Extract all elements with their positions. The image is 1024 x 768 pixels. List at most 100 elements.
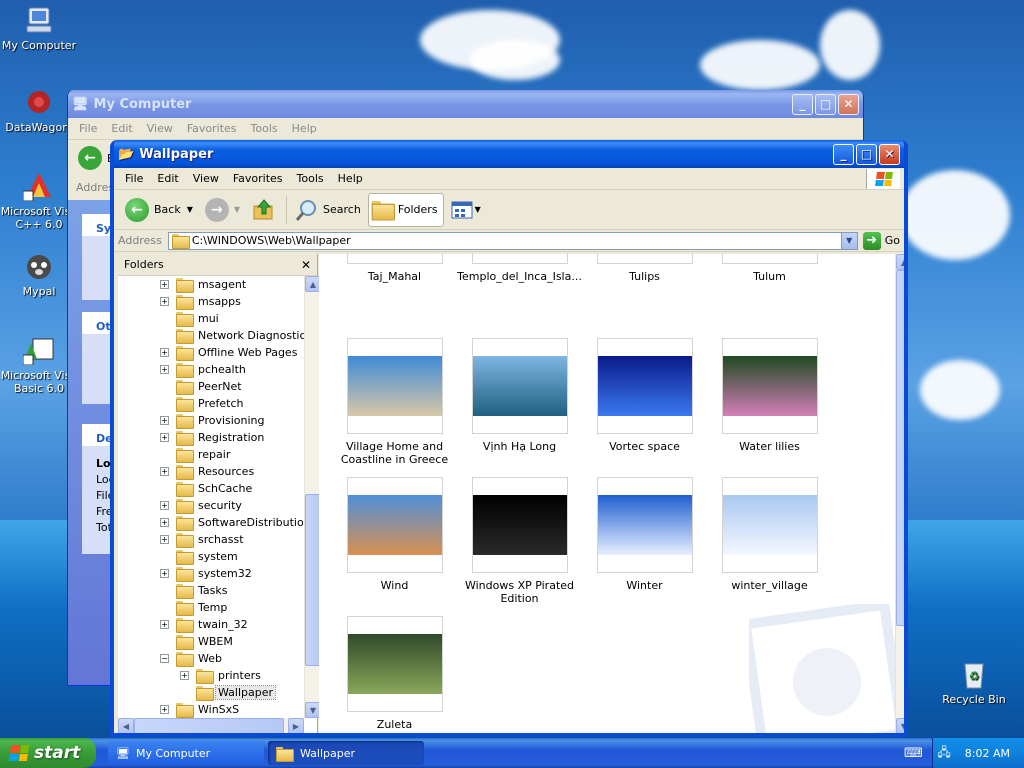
close-button[interactable]: ✕ [838,93,859,115]
scroll-up-button[interactable]: ▲ [896,254,904,270]
hscroll-thumb[interactable] [134,718,284,733]
tree-item[interactable]: Tasks [160,582,229,599]
taskbar-item-my-computer[interactable]: 🖥 My Computer [108,741,264,765]
file-thumbnail[interactable]: Vortec space [582,338,707,453]
scroll-right-button[interactable]: ▶ [288,718,304,733]
tree-item[interactable]: + srchasst [160,531,246,548]
my-computer-title-bar[interactable]: 🖥 My Computer _ □ ✕ [68,90,863,118]
section-header[interactable]: Oth [82,312,118,334]
chevron-down-icon[interactable]: ▼ [187,205,193,214]
desktop-icon-my-computer[interactable]: My Computer [0,4,78,52]
file-thumbnail[interactable]: Templo_del_Inca_Isla... [457,254,582,283]
tree-item[interactable]: + pchealth [160,361,248,378]
file-thumbnail[interactable]: Wind [332,477,457,592]
collapse-icon[interactable]: − [160,654,169,663]
taskbar-item-wallpaper[interactable]: Wallpaper [268,741,424,765]
folders-button[interactable]: Folders [367,192,444,227]
keyboard-icon[interactable]: ⌨ [904,746,923,761]
scroll-thumb[interactable] [896,270,904,626]
file-view-scrollbar[interactable]: ▲ ▼ [895,254,904,733]
scroll-left-button[interactable]: ◀ [118,718,134,733]
minimize-button[interactable]: _ [833,143,854,165]
tree-item[interactable]: + msapps [160,293,243,310]
menu-file[interactable]: File [118,172,150,185]
tree-item[interactable]: + printers [180,667,263,684]
folder-tree-scrollbar[interactable]: ▲ ▼ [304,276,321,718]
forward-button[interactable]: → ▼ [200,193,245,227]
tree-item[interactable]: SchCache [160,480,254,497]
menu-edit[interactable]: Edit [150,172,185,185]
expand-icon[interactable]: + [160,705,169,714]
views-button[interactable]: ▼ [446,193,486,227]
folder-tree-hscrollbar[interactable]: ◀ ▶ [118,718,304,733]
menu-help[interactable]: Help [331,172,370,185]
tree-item[interactable]: + Resources [160,463,256,480]
expand-icon[interactable]: + [160,518,169,527]
expand-icon[interactable]: + [160,365,169,374]
tree-item[interactable]: PeerNet [160,378,244,395]
minimize-button[interactable]: _ [792,93,813,115]
expand-icon[interactable]: + [160,501,169,510]
file-thumbnail[interactable]: Windows XP Pirated Edition [457,477,582,605]
expand-icon[interactable]: + [160,297,169,306]
start-button[interactable]: start [0,738,96,768]
file-thumbnail[interactable]: Vịnh Hạ Long [457,338,582,453]
expand-icon[interactable]: + [160,569,169,578]
network-icon[interactable]: 🖧 [937,743,950,764]
close-icon[interactable]: ✕ [301,258,311,272]
tree-item[interactable]: + Registration [160,429,266,446]
scroll-down-button[interactable]: ▼ [896,718,904,733]
file-thumbnail[interactable]: Village Home and Coastline in Greece [332,338,457,466]
expand-icon[interactable]: + [160,280,169,289]
menu-tools[interactable]: Tools [290,172,331,185]
tree-item[interactable]: repair [160,446,232,463]
tree-item[interactable]: mui [160,310,221,327]
wallpaper-window[interactable]: 📂 Wallpaper _ □ ✕ File Edit View Favorit… [110,140,908,737]
file-thumbnail[interactable]: winter_village [707,477,832,592]
expand-icon[interactable]: + [160,535,169,544]
tree-item[interactable]: + twain_32 [160,616,250,633]
tree-item[interactable]: − Web [160,650,224,667]
expand-icon[interactable]: + [160,416,169,425]
desktop-icon-recycle-bin[interactable]: ♻ Recycle Bin [935,658,1013,706]
back-arrow-icon[interactable]: ← [78,146,102,170]
up-folder-button[interactable] [247,193,281,227]
file-thumbnail[interactable]: Tulips [582,254,707,283]
menu-help[interactable]: Help [285,122,324,135]
tree-item[interactable]: + msagent [160,276,248,293]
address-input[interactable]: C:\WINDOWS\Web\Wallpaper ▼ [167,231,858,250]
tree-item[interactable]: + SoftwareDistributio [160,514,304,531]
expand-icon[interactable]: + [160,467,169,476]
section-header[interactable]: De [82,424,113,446]
expand-icon[interactable]: + [160,348,169,357]
chevron-down-icon[interactable]: ▼ [840,232,857,249]
maximize-button[interactable]: □ [815,93,836,115]
menu-favorites[interactable]: Favorites [180,122,244,135]
tree-item[interactable]: + WinSxS [160,701,241,718]
tree-item[interactable]: + Provisioning [160,412,267,429]
tree-item[interactable]: Prefetch [160,395,245,412]
wallpaper-title-bar[interactable]: 📂 Wallpaper _ □ ✕ [114,140,904,168]
tree-item[interactable]: WBEM [160,633,235,650]
tree-item[interactable]: Temp [160,599,229,616]
close-button[interactable]: ✕ [879,143,900,165]
menu-view[interactable]: View [186,172,226,185]
menu-favorites[interactable]: Favorites [226,172,290,185]
menu-tools[interactable]: Tools [244,122,285,135]
maximize-button[interactable]: □ [856,143,877,165]
menu-file[interactable]: File [72,122,104,135]
tree-item[interactable]: Network Diagnostic [160,327,304,344]
expand-icon[interactable]: + [160,433,169,442]
tree-item[interactable]: + system32 [160,565,254,582]
back-button[interactable]: ← Back ▼ [120,193,198,227]
expand-icon[interactable]: + [160,620,169,629]
menu-edit[interactable]: Edit [104,122,139,135]
file-thumbnail[interactable]: Taj_Mahal [332,254,457,283]
file-thumbnail[interactable]: Winter [582,477,707,592]
tree-item[interactable]: Wallpaper [180,684,277,701]
menu-view[interactable]: View [140,122,180,135]
expand-icon[interactable]: + [180,671,189,680]
tree-item[interactable]: + Offline Web Pages [160,344,299,361]
tree-item[interactable]: + security [160,497,244,514]
section-header[interactable]: Sy [82,214,112,236]
